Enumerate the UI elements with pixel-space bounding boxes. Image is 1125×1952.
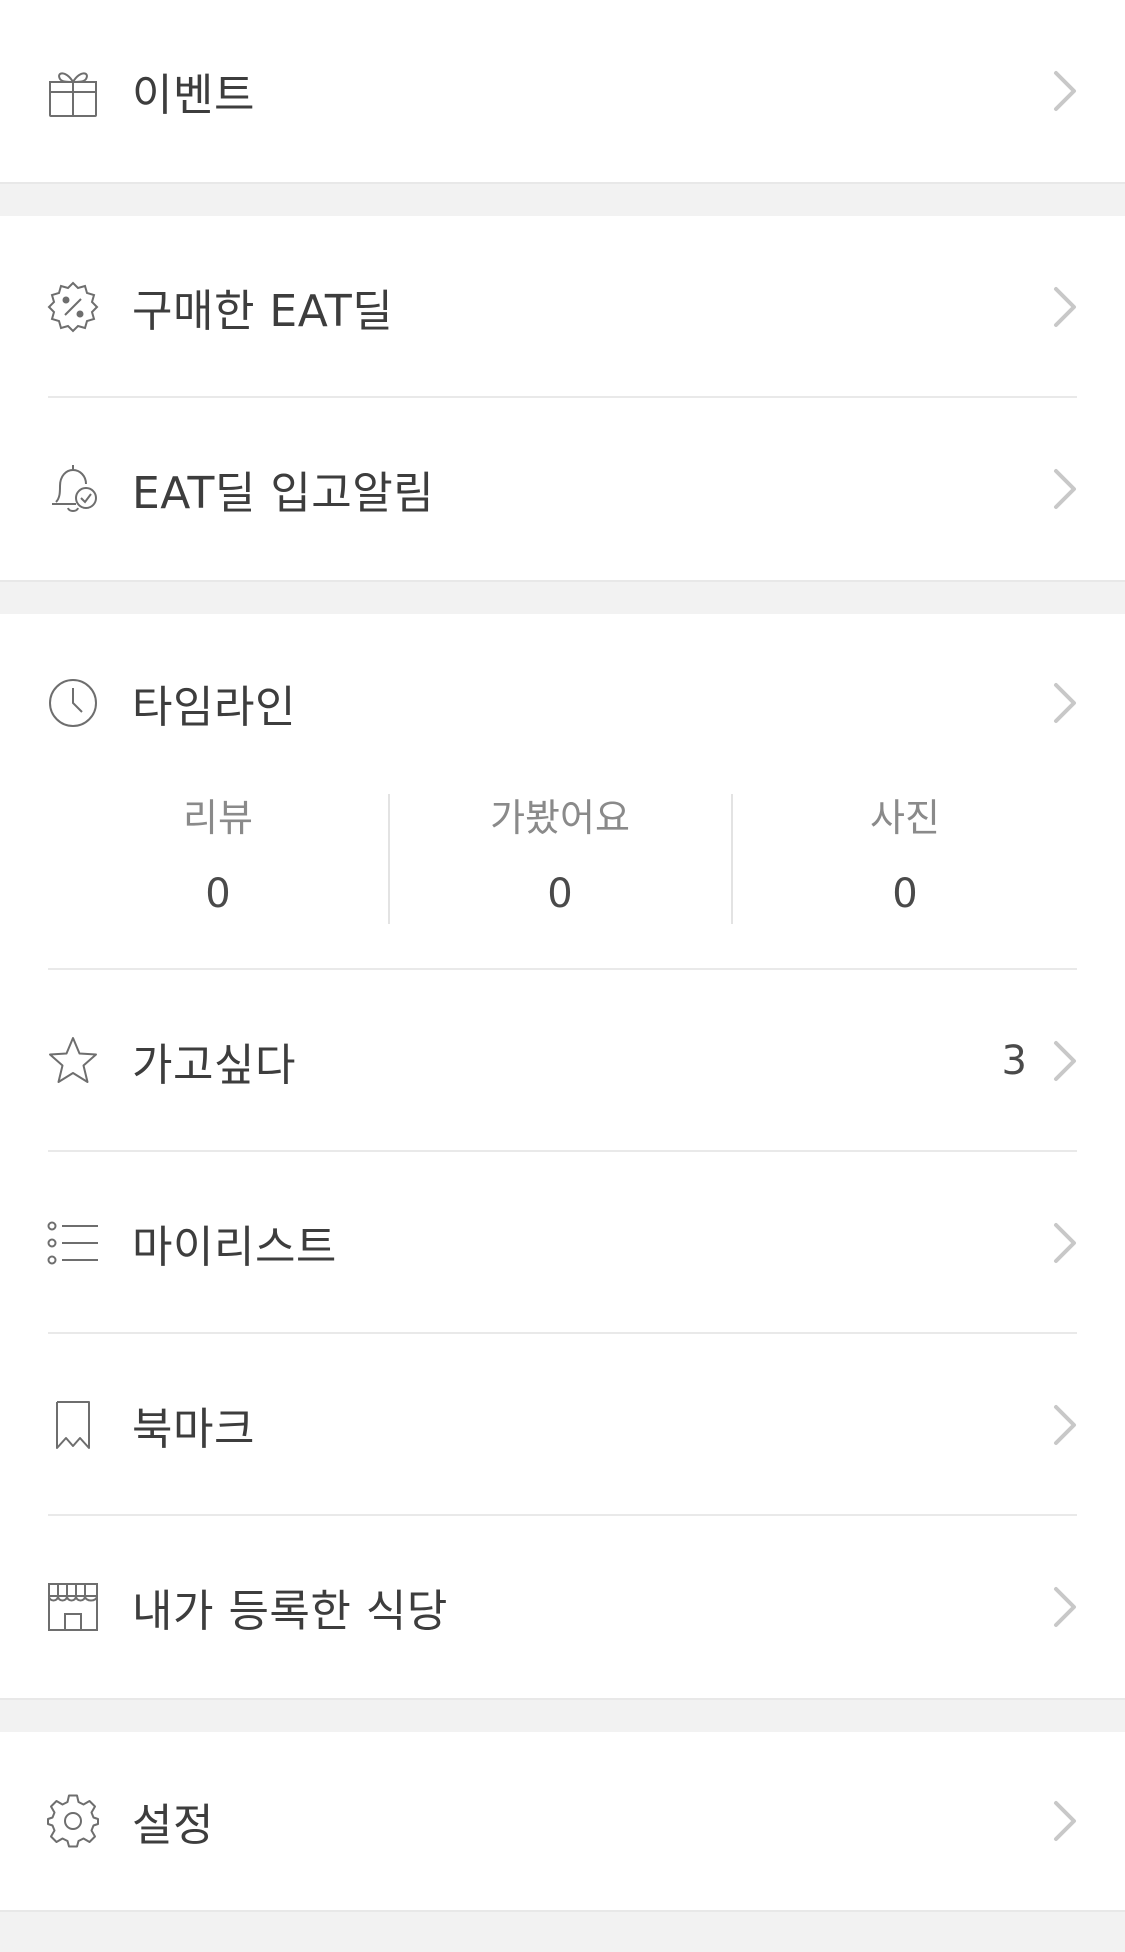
gift-icon (46, 64, 100, 118)
menu-item-my-restaurants-label: 내가 등록한 식당 (132, 1586, 448, 1637)
bell-check-icon (46, 462, 100, 516)
gear-icon (46, 1794, 100, 1848)
menu-item-event[interactable]: 이벤트 (0, 0, 1125, 182)
want-to-go-count: 3 (1001, 1038, 1027, 1084)
menu-item-my-list-label: 마이리스트 (132, 1222, 337, 1273)
menu-item-event-label: 이벤트 (132, 70, 255, 121)
settings-section: 설정 (0, 1732, 1125, 1910)
menu-item-my-list[interactable]: 마이리스트 (0, 1152, 1125, 1334)
discount-badge-icon (46, 280, 100, 334)
chevron-right-icon (1051, 1221, 1079, 1265)
timeline-stats: 리뷰 0 가봤어요 0 사진 0 (0, 702, 1125, 970)
menu-item-deal-alert[interactable]: EAT딜 입고알림 (0, 398, 1125, 580)
menu-item-want-to-go-label: 가고싶다 (132, 1040, 296, 1091)
menu-item-bookmark[interactable]: 북마크 (0, 1334, 1125, 1516)
section-divider (0, 1910, 1125, 1952)
stat-reviews[interactable]: 리뷰 0 (118, 792, 318, 920)
stat-reviews-label: 리뷰 (183, 796, 253, 840)
menu-item-settings-label: 설정 (132, 1800, 214, 1851)
stat-divider (731, 794, 733, 924)
menu-item-deal-alert-label: EAT딜 입고알림 (132, 468, 435, 519)
stat-divider (388, 794, 390, 924)
event-section: 이벤트 (0, 0, 1125, 182)
stat-visited-value: 0 (547, 871, 573, 917)
section-divider (0, 1698, 1125, 1732)
chevron-right-icon (1051, 1585, 1079, 1629)
store-icon (46, 1580, 100, 1634)
chevron-right-icon (1051, 467, 1079, 511)
chevron-right-icon (1051, 1039, 1079, 1083)
stat-photos[interactable]: 사진 0 (805, 792, 1005, 920)
stat-visited-label: 가봤어요 (490, 796, 630, 840)
eat-deal-section: 구매한 EAT딜 EAT딜 입고알림 (0, 216, 1125, 580)
section-divider (0, 580, 1125, 614)
chevron-right-icon (1051, 1403, 1079, 1447)
stat-photos-value: 0 (892, 871, 918, 917)
stat-visited[interactable]: 가봤어요 0 (460, 792, 660, 920)
menu-item-purchased-deal-label: 구매한 EAT딜 (132, 286, 394, 337)
activity-section: 타임라인 리뷰 0 가봤어요 0 사진 0 가고싶다 3 마이리스트 북마크 내… (0, 614, 1125, 1698)
stat-photos-label: 사진 (870, 796, 940, 840)
star-icon (46, 1034, 100, 1088)
menu-item-bookmark-label: 북마크 (132, 1404, 255, 1455)
bookmark-icon (46, 1398, 100, 1452)
chevron-right-icon (1051, 1799, 1079, 1843)
menu-item-my-restaurants[interactable]: 내가 등록한 식당 (0, 1516, 1125, 1698)
section-divider (0, 182, 1125, 216)
menu-item-purchased-deal[interactable]: 구매한 EAT딜 (0, 216, 1125, 398)
menu-item-want-to-go[interactable]: 가고싶다 3 (0, 970, 1125, 1152)
stat-reviews-value: 0 (205, 871, 231, 917)
chevron-right-icon (1051, 69, 1079, 113)
chevron-right-icon (1051, 285, 1079, 329)
list-icon (46, 1216, 100, 1270)
menu-item-settings[interactable]: 설정 (0, 1732, 1125, 1910)
